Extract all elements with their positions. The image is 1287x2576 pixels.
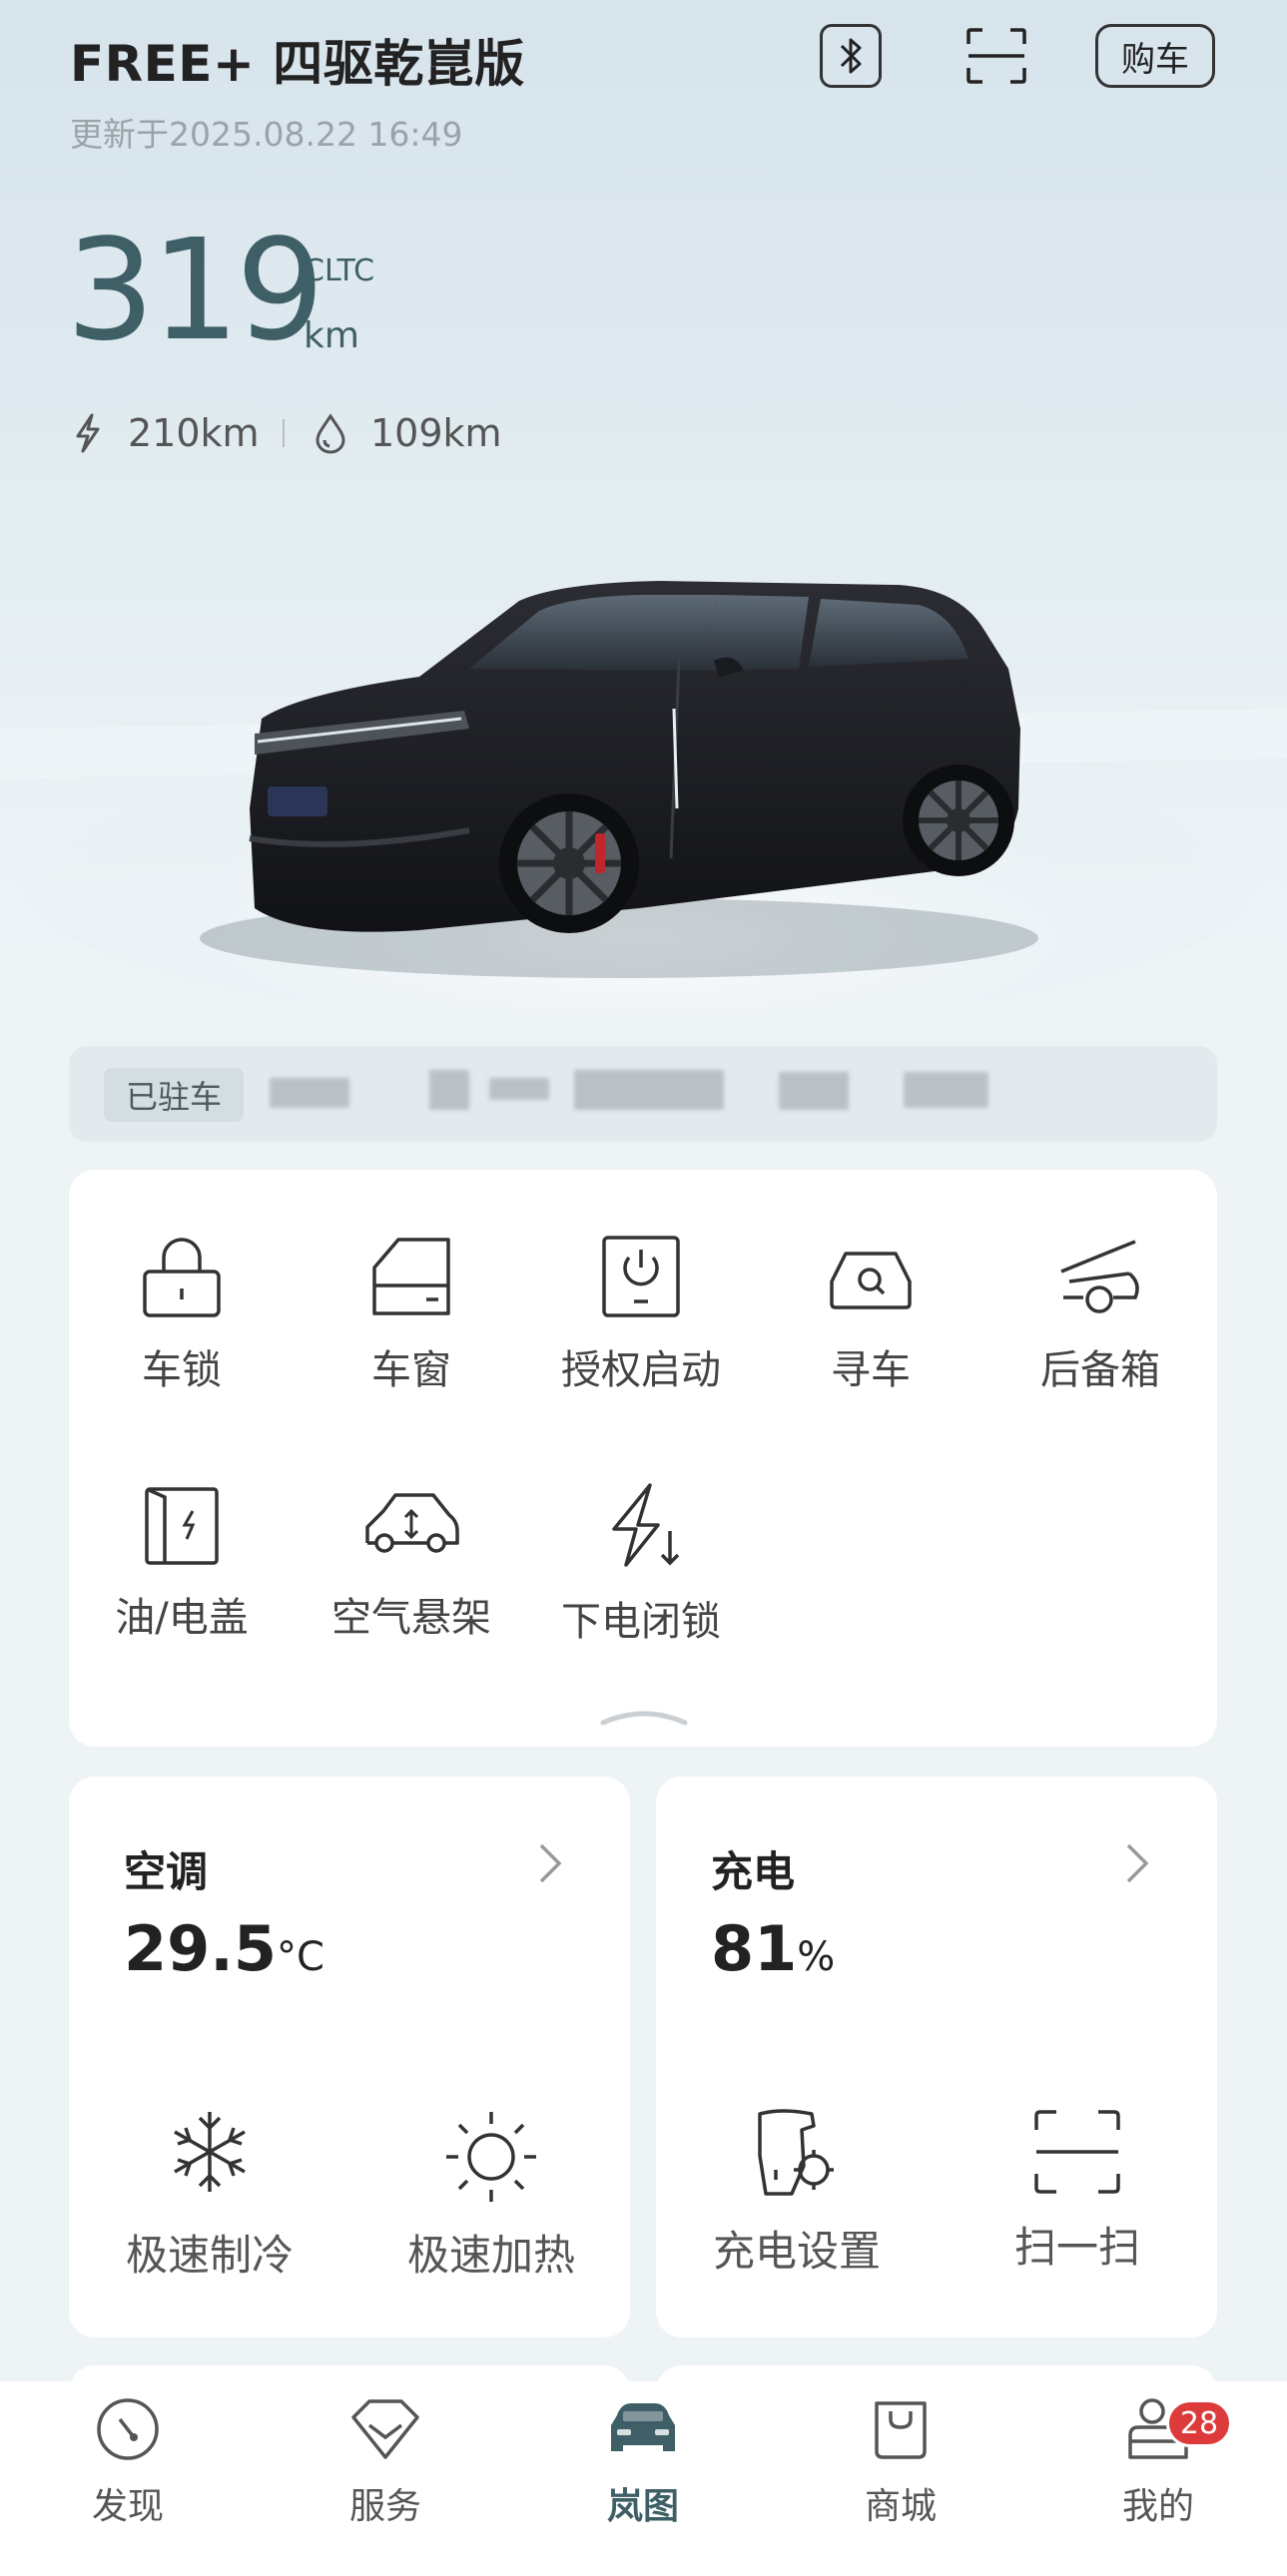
electric-range: 210km	[70, 411, 260, 455]
snowflake-icon	[174, 2112, 246, 2192]
chevron-right-icon[interactable]	[537, 1841, 563, 1885]
notification-badge: 28	[1166, 2399, 1232, 2447]
scan-icon	[966, 28, 1026, 84]
control-label: 油/电盖	[115, 1595, 249, 1641]
window-icon	[372, 1238, 450, 1315]
tab-label: 服务	[348, 2486, 421, 2527]
charge-settings-button[interactable]: 充电设置	[697, 2106, 897, 2279]
tab-voyah[interactable]: 岚图	[543, 2395, 743, 2529]
bluetooth-button[interactable]	[820, 24, 882, 88]
control-label: 下电闭锁	[561, 1599, 721, 1645]
tab-label: 岚图	[606, 2486, 679, 2527]
range-divider	[283, 419, 285, 447]
control-trunk[interactable]: 后备箱	[1000, 1234, 1200, 1395]
control-window[interactable]: 车窗	[312, 1234, 511, 1395]
tab-label: 发现	[91, 2486, 164, 2527]
temperature-unit: °C	[276, 1934, 324, 1980]
charge-settings-icon	[758, 2109, 834, 2196]
vehicle-image[interactable]	[0, 559, 1287, 1038]
battery-level-value: 81	[711, 1912, 798, 1985]
control-authorized-start[interactable]: 授权启动	[541, 1234, 741, 1395]
control-label: 车窗	[371, 1347, 451, 1393]
total-range: 319	[66, 210, 324, 372]
range-unit: km	[304, 315, 359, 356]
vehicle-name[interactable]: FREE+ 四驱乾崑版	[70, 24, 525, 96]
charge-settings-label: 充电设置	[712, 2227, 881, 2276]
scan-icon	[1034, 2110, 1120, 2194]
redacted-location	[779, 1072, 849, 1110]
fuel-range-value: 109km	[370, 411, 502, 455]
buy-car-button[interactable]: 购车	[1095, 24, 1215, 88]
redacted-location	[270, 1078, 349, 1108]
scan-qr-button[interactable]: 扫一扫	[977, 2108, 1177, 2275]
climate-temperature: 29.5°C	[124, 1912, 324, 1985]
redacted-location	[489, 1078, 549, 1100]
bag-icon	[875, 2401, 927, 2459]
control-label: 车锁	[142, 1347, 222, 1393]
sun-icon	[446, 2112, 536, 2202]
redacted-location	[574, 1070, 724, 1110]
lock-icon	[143, 1238, 221, 1317]
control-label: 寻车	[831, 1347, 911, 1393]
air-suspension-icon	[365, 1493, 459, 1553]
rapid-heating-button[interactable]: 极速加热	[391, 2108, 591, 2283]
redacted-location	[904, 1072, 988, 1108]
redacted-location	[429, 1070, 469, 1110]
control-find-car[interactable]: 寻车	[771, 1234, 970, 1395]
control-label: 后备箱	[1040, 1347, 1160, 1393]
tab-shop[interactable]: 商城	[801, 2395, 1000, 2529]
power-icon	[602, 1236, 680, 1317]
tab-discover[interactable]: 发现	[28, 2395, 228, 2529]
rapid-heating-label: 极速加热	[406, 2231, 575, 2280]
tab-service[interactable]: 服务	[286, 2395, 485, 2529]
control-air-suspension[interactable]: 空气悬架	[312, 1481, 511, 1643]
control-charge-port[interactable]: 油/电盖	[82, 1481, 282, 1643]
fuel-drop-icon	[316, 413, 345, 454]
fuel-range: 109km	[313, 411, 502, 455]
climate-title: 空调	[124, 1847, 209, 1896]
compass-icon	[97, 2398, 159, 2460]
charging-title: 充电	[711, 1847, 796, 1896]
parked-tag: 已驻车	[104, 1068, 244, 1122]
car-front-icon	[611, 2403, 675, 2451]
tab-label: 商城	[864, 2486, 937, 2527]
battery-level-unit: %	[797, 1934, 836, 1980]
rapid-cooling-button[interactable]: 极速制冷	[110, 2108, 310, 2283]
range-standard: CLTC	[304, 254, 375, 288]
chevron-right-icon[interactable]	[1124, 1841, 1150, 1885]
power-off-lock-icon	[612, 1483, 680, 1567]
scan-button[interactable]	[965, 26, 1028, 86]
collapse-handle-icon[interactable]	[599, 1705, 689, 1729]
battery-level: 81%	[711, 1912, 835, 1985]
bluetooth-icon	[840, 38, 862, 74]
update-time: 更新于2025.08.22 16:49	[70, 115, 463, 154]
control-label: 授权启动	[561, 1347, 721, 1393]
rapid-cooling-label: 极速制冷	[125, 2231, 294, 2280]
control-lock[interactable]: 车锁	[82, 1234, 282, 1395]
tab-label: 我的	[1121, 2486, 1194, 2527]
scan-qr-label: 扫一扫	[1013, 2223, 1140, 2272]
electric-range-value: 210km	[128, 411, 260, 455]
control-power-off-lock[interactable]: 下电闭锁	[541, 1481, 741, 1647]
control-label: 空气悬架	[331, 1595, 491, 1641]
temperature-value: 29.5	[124, 1912, 277, 1985]
find-car-icon	[830, 1252, 912, 1309]
charge-port-icon	[145, 1487, 219, 1565]
trunk-icon	[1060, 1240, 1139, 1313]
lightning-icon	[76, 413, 100, 453]
diamond-icon	[351, 2399, 419, 2459]
